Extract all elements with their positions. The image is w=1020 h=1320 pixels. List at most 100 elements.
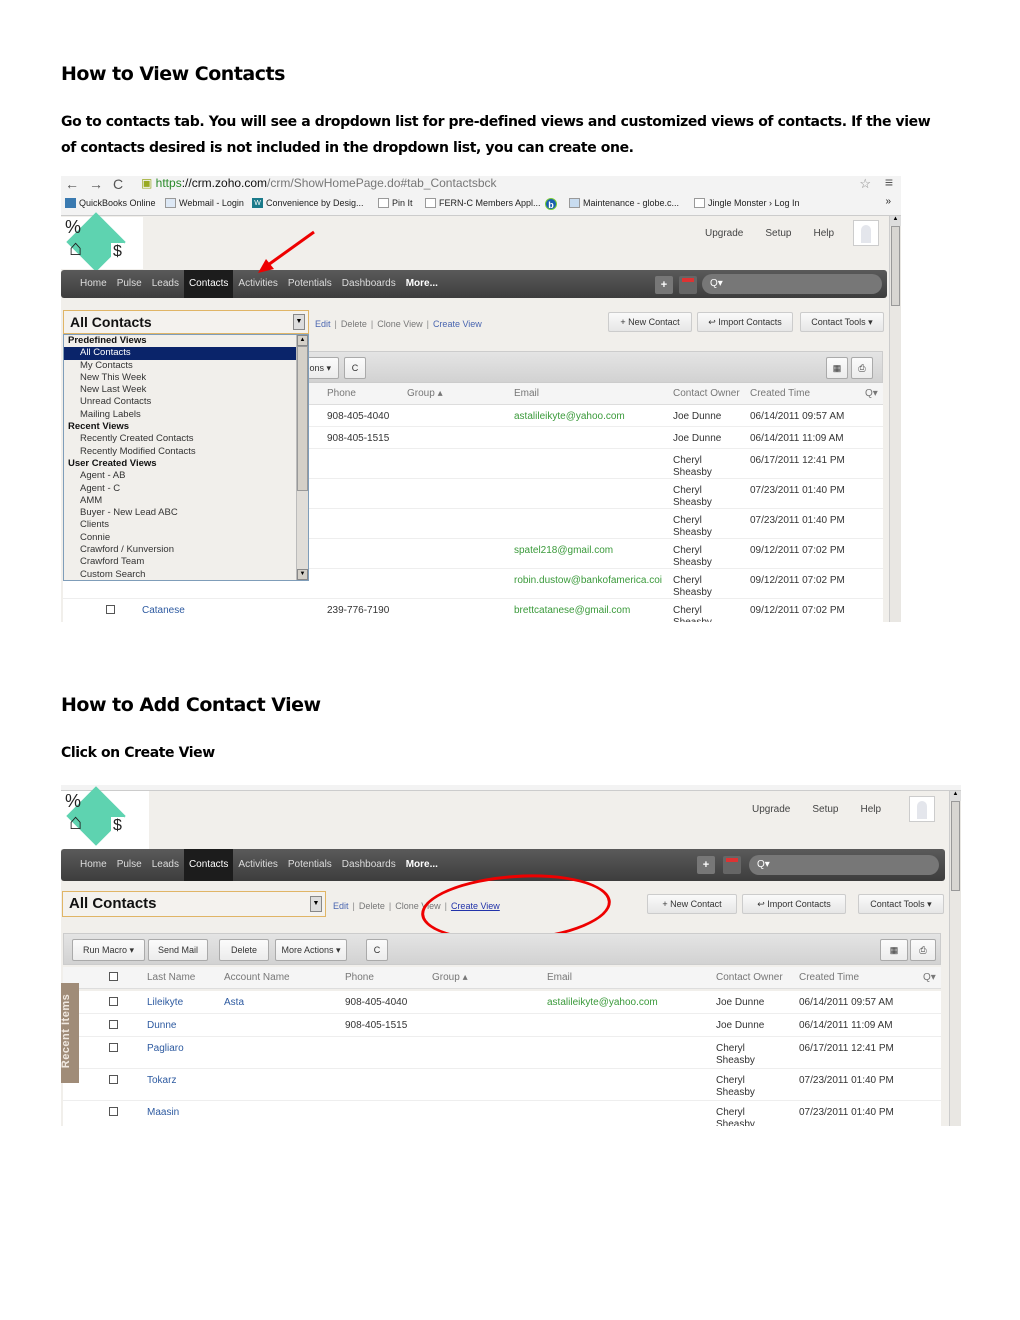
last-name-link[interactable]: Lileikyte xyxy=(147,997,183,1009)
email-link[interactable]: spatel218@gmail.com xyxy=(514,545,613,557)
dropdown-option[interactable]: AMM xyxy=(64,495,298,507)
column-email[interactable]: Email xyxy=(547,972,572,983)
dropdown-option[interactable]: Connie xyxy=(64,532,298,544)
chevron-down-icon[interactable]: ▼ xyxy=(310,896,322,912)
table-row[interactable]: Maasin Cheryl Sheasby 07/23/2011 01:40 PM xyxy=(63,1101,941,1126)
account-name-link[interactable]: Asta xyxy=(224,997,244,1009)
help-link[interactable]: Help xyxy=(861,804,882,815)
bookmark-item[interactable]: Pin It xyxy=(378,198,413,208)
dropdown-option[interactable]: Agent - C xyxy=(64,483,298,495)
email-link[interactable]: astalileikyte@yahoo.com xyxy=(514,411,625,423)
tab-more[interactable]: More... xyxy=(401,849,443,881)
page-scrollbar[interactable]: ▲ xyxy=(949,791,961,1126)
reload-icon[interactable]: C xyxy=(113,176,133,192)
help-link[interactable]: Help xyxy=(814,228,835,239)
dropdown-option[interactable]: Custom Search xyxy=(64,569,298,581)
setup-link[interactable]: Setup xyxy=(812,804,838,815)
dropdown-option[interactable]: Buyer - New Lead ABC xyxy=(64,507,298,519)
refresh-icon[interactable]: C xyxy=(366,939,388,961)
bookmark-item[interactable]: b xyxy=(545,198,557,210)
bookmark-item[interactable]: QuickBooks Online xyxy=(65,198,156,208)
dropdown-option[interactable]: Recently Modified Contacts xyxy=(64,446,298,458)
bookmark-item[interactable]: Webmail - Login xyxy=(165,198,244,208)
tab-home[interactable]: Home xyxy=(75,849,112,881)
bookmark-item[interactable]: Maintenance - globe.c... xyxy=(569,198,679,208)
tab-leads[interactable]: Leads xyxy=(147,270,184,298)
tab-activities[interactable]: Activities xyxy=(233,849,282,881)
column-created-time[interactable]: Created Time xyxy=(799,972,859,983)
print-icon[interactable]: ⎙ xyxy=(910,939,936,961)
tab-potentials[interactable]: Potentials xyxy=(283,849,337,881)
upgrade-link[interactable]: Upgrade xyxy=(752,804,790,815)
column-phone[interactable]: Phone xyxy=(327,388,356,399)
contact-tools-button[interactable]: Contact Tools ▾ xyxy=(800,312,884,332)
scroll-up-icon[interactable]: ▲ xyxy=(950,791,961,801)
view-select[interactable]: All Contacts ▼ xyxy=(63,310,309,334)
tab-activities[interactable]: Activities xyxy=(233,270,282,298)
dropdown-option[interactable]: Crawford / Kunversion xyxy=(64,544,298,556)
tab-pulse[interactable]: Pulse xyxy=(112,270,147,298)
calendar-icon[interactable] xyxy=(723,856,741,874)
bookmark-star-icon[interactable]: ☆ xyxy=(859,176,871,192)
tab-home[interactable]: Home xyxy=(75,270,112,298)
import-contacts-button[interactable]: ↩ Import Contacts xyxy=(697,312,793,332)
send-mail-button[interactable]: Send Mail xyxy=(148,939,208,961)
table-row[interactable]: Lileikyte Asta 908-405-4040 astalileikyte@y… xyxy=(63,991,941,1014)
column-email[interactable]: Email xyxy=(514,388,539,399)
customize-columns-icon[interactable]: ▦ xyxy=(826,357,848,379)
last-name-link[interactable]: Pagliaro xyxy=(147,1043,184,1055)
dropdown-option[interactable]: Unread Contacts xyxy=(64,396,298,408)
avatar[interactable] xyxy=(909,796,935,822)
column-contact-owner[interactable]: Contact Owner xyxy=(716,972,783,983)
column-created-time[interactable]: Created Time xyxy=(750,388,810,399)
column-contact-owner[interactable]: Contact Owner xyxy=(673,388,740,399)
customize-columns-icon[interactable]: ▦ xyxy=(880,939,908,961)
calendar-icon[interactable] xyxy=(679,276,697,294)
create-view-link[interactable]: Create View xyxy=(433,319,482,329)
quick-add-button[interactable]: + xyxy=(697,856,715,874)
scroll-up-icon[interactable]: ▲ xyxy=(297,335,308,346)
address-bar[interactable]: ▣ https://crm.zoho.com/crm/ShowHomePage.… xyxy=(141,176,497,190)
row-checkbox[interactable] xyxy=(106,605,115,618)
select-all-checkbox[interactable] xyxy=(109,972,118,984)
dropdown-option[interactable]: Mailing Labels xyxy=(64,409,298,421)
column-last-name[interactable]: Last Name xyxy=(147,972,195,983)
quick-add-button[interactable]: + xyxy=(655,276,673,294)
view-dropdown-list[interactable]: Predefined Views All Contacts My Contacts N… xyxy=(63,334,309,581)
tab-contacts[interactable]: Contacts xyxy=(183,849,234,881)
last-name-link[interactable]: Maasin xyxy=(147,1107,179,1119)
run-macro-button[interactable]: Run Macro ▾ xyxy=(72,939,145,961)
view-select[interactable]: All Contacts ▼ xyxy=(62,891,326,917)
table-row[interactable]: Pagliaro Cheryl Sheasby 06/17/2011 12:41 P… xyxy=(63,1037,941,1069)
column-search-icon[interactable]: Q▾ xyxy=(923,972,936,983)
last-name-link[interactable]: Catanese xyxy=(142,605,185,617)
column-search-icon[interactable]: Q▾ xyxy=(865,388,878,399)
dropdown-option[interactable]: Clients xyxy=(64,519,298,531)
edit-view-link[interactable]: Edit xyxy=(315,319,331,329)
more-actions-button[interactable]: More Actions ▾ xyxy=(275,939,347,961)
row-checkbox[interactable] xyxy=(109,1075,118,1088)
dropdown-option[interactable]: All Contacts xyxy=(64,347,298,360)
clone-view-link[interactable]: Clone View xyxy=(377,319,422,329)
dropdown-option[interactable]: Agent - AB xyxy=(64,470,298,482)
row-checkbox[interactable] xyxy=(109,1020,118,1033)
tab-dashboards[interactable]: Dashboards xyxy=(337,849,401,881)
dropdown-option[interactable]: New Last Week xyxy=(64,384,298,396)
scroll-up-icon[interactable]: ▲ xyxy=(890,216,901,226)
bookmark-item[interactable]: W Convenience by Desig... xyxy=(252,198,364,208)
contact-tools-button[interactable]: Contact Tools ▾ xyxy=(858,894,944,914)
tab-leads[interactable]: Leads xyxy=(147,849,184,881)
dropdown-option[interactable]: New This Week xyxy=(64,372,298,384)
chevron-down-icon[interactable]: ▼ xyxy=(293,314,305,330)
email-link[interactable]: brettcatanese@gmail.com xyxy=(514,605,630,617)
tab-dashboards[interactable]: Dashboards xyxy=(337,270,401,298)
row-checkbox[interactable] xyxy=(109,1107,118,1120)
dropdown-option[interactable]: Crawford Team xyxy=(64,556,298,568)
search-input[interactable]: Q▾ xyxy=(749,855,939,875)
tab-more[interactable]: More... xyxy=(401,270,443,298)
dropdown-scrollbar[interactable]: ▲ ▼ xyxy=(296,335,308,580)
email-link[interactable]: robin.dustow@bankofamerica.coi xyxy=(514,575,662,587)
upgrade-link[interactable]: Upgrade xyxy=(705,228,743,239)
setup-link[interactable]: Setup xyxy=(765,228,791,239)
new-contact-button[interactable]: + New Contact xyxy=(608,312,692,332)
